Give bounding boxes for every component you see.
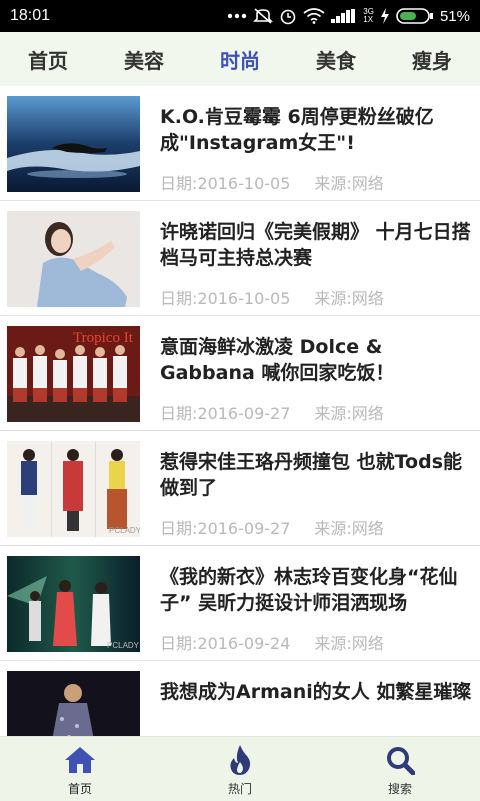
battery-percent: 51% <box>439 7 470 25</box>
nav-home-label: 首页 <box>67 781 92 796</box>
charging-icon <box>380 8 390 24</box>
article-thumbnail: PCLADY <box>7 556 140 652</box>
tab-home[interactable]: 首页 <box>0 45 96 74</box>
alarm-icon <box>279 7 297 25</box>
article-date: 日期:2016-09-27 <box>160 519 291 538</box>
article-source: 来源:网络 <box>314 634 384 653</box>
article-thumbnail <box>7 96 140 192</box>
article-thumbnail: PCLADY <box>7 441 140 537</box>
article-source: 来源:网络 <box>314 289 384 308</box>
more-dots-icon <box>227 13 247 19</box>
thumbnail-caption: Tropico It <box>73 330 134 346</box>
home-icon <box>63 742 97 778</box>
flame-icon <box>228 742 252 778</box>
nav-hot[interactable]: 热门 <box>160 737 320 801</box>
article-meta: 日期:2016-09-27 来源:网络 <box>160 400 384 424</box>
thumbnail-caption: PCLADY <box>109 526 140 535</box>
search-icon <box>385 742 415 778</box>
nav-hot-label: 热门 <box>227 781 252 796</box>
article-date: 日期:2016-10-05 <box>160 289 291 308</box>
bottom-navigation: 首页 热门 搜索 <box>0 736 480 801</box>
article-title[interactable]: 我想成为Armani的女人 如繁星璀璨 <box>160 679 478 705</box>
article-date: 日期:2016-09-27 <box>160 404 291 423</box>
article-title[interactable]: K.O.肯豆霉霉 6周停更粉丝破亿成"Instagram女王"! <box>160 104 478 156</box>
tab-food[interactable]: 美食 <box>288 45 384 74</box>
article-thumbnail <box>7 211 140 307</box>
status-bar: 18:01 3G 1X 51% <box>0 0 480 32</box>
category-tabs: 首页 美容 时尚 美食 瘦身 <box>0 32 480 86</box>
article-source: 来源:网络 <box>314 519 384 538</box>
tab-fashion[interactable]: 时尚 <box>192 45 288 74</box>
article-item[interactable]: PCLADY 惹得宋佳王珞丹频撞包 也就Tods能做到了 日期:2016-09-… <box>0 431 480 546</box>
article-item[interactable]: Tropico It 意面海鲜冰激凌 Dolce & Gabbana 喊你回家吃… <box>0 316 480 431</box>
article-source: 来源:网络 <box>314 404 384 423</box>
tab-beauty[interactable]: 美容 <box>96 45 192 74</box>
nav-search[interactable]: 搜索 <box>320 737 480 801</box>
article-source: 来源:网络 <box>314 174 384 193</box>
article-date: 日期:2016-09-24 <box>160 634 291 653</box>
article-meta: 日期:2016-09-27 来源:网络 <box>160 515 384 539</box>
article-thumbnail: Tropico It <box>7 326 140 422</box>
article-item[interactable]: 我想成为Armani的女人 如繁星璀璨 <box>0 661 480 736</box>
status-time: 18:01 <box>10 7 51 24</box>
nav-search-label: 搜索 <box>387 781 412 796</box>
wifi-icon <box>303 8 325 24</box>
article-title[interactable]: 《我的新衣》林志玲百变化身“花仙子” 吴昕力挺设计师泪洒现场 <box>160 564 478 616</box>
article-title[interactable]: 惹得宋佳王珞丹频撞包 也就Tods能做到了 <box>160 449 478 501</box>
article-thumbnail <box>7 671 140 736</box>
signal-icon <box>331 9 357 23</box>
article-meta: 日期:2016-09-24 来源:网络 <box>160 630 384 654</box>
article-item[interactable]: 许晓诺回归《完美假期》 十月七日搭档马可主持总决赛 日期:2016-10-05 … <box>0 201 480 316</box>
battery-icon <box>396 7 434 25</box>
article-title[interactable]: 意面海鲜冰激凌 Dolce & Gabbana 喊你回家吃饭！ <box>160 334 478 386</box>
status-icons: 3G 1X 51% <box>227 7 470 25</box>
network-type-label: 3G 1X <box>363 7 374 24</box>
mute-icon <box>253 7 274 25</box>
thumbnail-caption: PCLADY <box>107 641 140 650</box>
article-meta: 日期:2016-10-05 来源:网络 <box>160 170 384 194</box>
article-meta: 日期:2016-10-05 来源:网络 <box>160 285 384 309</box>
article-item[interactable]: PCLADY 《我的新衣》林志玲百变化身“花仙子” 吴昕力挺设计师泪洒现场 日期… <box>0 546 480 661</box>
article-date: 日期:2016-10-05 <box>160 174 291 193</box>
article-list: K.O.肯豆霉霉 6周停更粉丝破亿成"Instagram女王"! 日期:2016… <box>0 86 480 736</box>
tab-slimming[interactable]: 瘦身 <box>384 45 480 74</box>
nav-home[interactable]: 首页 <box>0 737 160 801</box>
article-item[interactable]: K.O.肯豆霉霉 6周停更粉丝破亿成"Instagram女王"! 日期:2016… <box>0 86 480 201</box>
article-title[interactable]: 许晓诺回归《完美假期》 十月七日搭档马可主持总决赛 <box>160 219 478 271</box>
